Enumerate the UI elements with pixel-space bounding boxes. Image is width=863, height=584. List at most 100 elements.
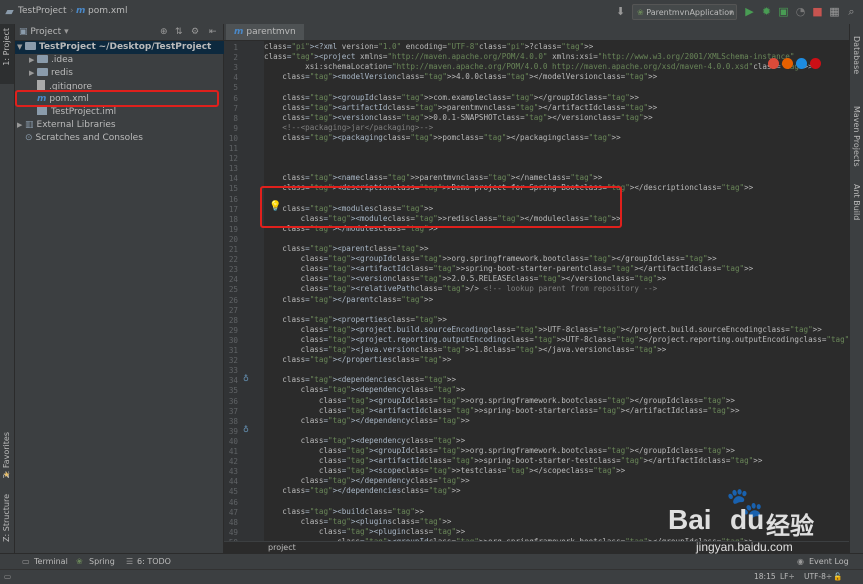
- line-number: 33: [228, 366, 238, 376]
- tool-tab-database[interactable]: Database: [852, 36, 861, 74]
- line-separator[interactable]: LF÷: [780, 572, 795, 581]
- code-line: class="tag"><artifactIdclass="tag">>spri…: [318, 405, 740, 415]
- gutter-dependency-icon[interactable]: ♁: [243, 425, 249, 434]
- collapse-icon[interactable]: ⇅: [175, 24, 183, 40]
- line-number: 4: [233, 73, 238, 83]
- line-number: 46: [228, 497, 238, 507]
- chevron-right-icon: ▶: [29, 69, 35, 77]
- watermark-brand: Bai: [668, 504, 712, 535]
- build-icon[interactable]: ⬇: [614, 5, 627, 18]
- line-number: 10: [228, 133, 238, 143]
- tool-tab-spring[interactable]: Spring: [89, 557, 115, 566]
- coverage-icon[interactable]: ▣: [777, 5, 790, 18]
- code-line: class="tag"></dependenciesclass="tag">>: [282, 486, 461, 496]
- line-number: 42: [228, 457, 238, 467]
- tree-item-iml[interactable]: TestProject.iml: [37, 106, 116, 119]
- line-number: 24: [228, 275, 238, 285]
- highlight-box-pom: [15, 90, 219, 107]
- caret-position[interactable]: 18:15: [754, 572, 776, 581]
- code-line: class="tag"></dependencyclass="tag">>: [300, 476, 470, 486]
- line-number: 1: [233, 43, 238, 52]
- maven-file-icon: m: [234, 27, 244, 37]
- line-number: 29: [228, 325, 238, 335]
- editor-tab[interactable]: m parentmvn: [226, 24, 304, 40]
- line-number: 45: [228, 487, 238, 497]
- code-line: class="tag"><packagingclass="tag">>pomcl…: [282, 132, 621, 142]
- chrome-icon[interactable]: [768, 58, 779, 69]
- navigation-bar: ▰ TestProject › m pom.xml ⬇ ❀ ParentmvnA…: [0, 0, 863, 25]
- code-line: class="tag"><propertiesclass="tag">>: [282, 314, 447, 324]
- run-icon[interactable]: ▶: [743, 5, 756, 18]
- tree-label: .idea: [51, 55, 74, 65]
- code-line: class="tag"><versionclass="tag">>2.0.5.R…: [300, 274, 667, 284]
- editor-tab-label: parentmvn: [246, 27, 296, 37]
- maven-file-icon: m: [76, 6, 86, 16]
- code-line: class="tag"><dependencyclass="tag">>: [300, 435, 466, 445]
- tree-item-idea[interactable]: ▶ .idea: [29, 54, 73, 67]
- code-line: class="tag"><groupIdclass="tag">>org.spr…: [318, 446, 735, 455]
- code-line: class="tag"><artifactIdclass="tag">>spri…: [318, 456, 763, 466]
- tool-tab-ant[interactable]: Ant Build: [852, 184, 861, 220]
- profile-icon[interactable]: ◔: [794, 5, 807, 18]
- line-number: 5: [233, 83, 238, 93]
- line-number: 15: [228, 184, 238, 194]
- spring-icon: ❀: [637, 8, 644, 17]
- code-line: <!--<packaging>jar</packaging>-->: [282, 122, 434, 132]
- stop-icon[interactable]: ■: [811, 5, 824, 18]
- hide-icon[interactable]: ⇤: [209, 24, 217, 40]
- tool-tab-todo[interactable]: 6: TODO: [137, 557, 171, 566]
- bottom-tool-bar: ▭ Terminal ❀ Spring ☰ 6: TODO ◉ Event Lo…: [0, 553, 863, 570]
- module-folder-icon: [37, 68, 48, 76]
- code-line: class="tag"><groupIdclass="tag">>com.exa…: [282, 92, 639, 102]
- gear-icon[interactable]: ⚙: [191, 24, 199, 40]
- debug-icon[interactable]: ✹: [760, 5, 773, 18]
- line-number: 47: [228, 507, 238, 517]
- lock-icon[interactable]: 🔓: [833, 572, 842, 581]
- project-structure-icon[interactable]: ▦: [828, 5, 841, 18]
- watermark-url: jingyan.baidu.com: [696, 540, 793, 554]
- line-number: 43: [228, 467, 238, 477]
- line-number: 27: [228, 305, 238, 315]
- code-line: class="tag"><java.versionclass="tag">>1.…: [300, 345, 667, 354]
- tool-tab-structure[interactable]: Z: Structure: [2, 494, 11, 542]
- breadcrumb-file[interactable]: pom.xml: [88, 6, 127, 16]
- tree-item-external-libraries[interactable]: ▶ ▥ External Libraries: [17, 119, 116, 132]
- line-number: 44: [228, 477, 238, 487]
- tool-tab-event-log[interactable]: Event Log: [809, 557, 849, 566]
- project-view-selector[interactable]: Project: [30, 27, 61, 37]
- tree-item-redis[interactable]: ▶ redis: [29, 67, 73, 80]
- line-number: 20: [228, 234, 238, 244]
- code-line: class="tag"><groupIdclass="tag">>org.spr…: [300, 254, 717, 264]
- line-number: 39: [228, 426, 238, 436]
- event-log-icon: ◉: [797, 557, 804, 566]
- gutter-dependency-icon[interactable]: ♁: [243, 374, 249, 383]
- search-icon[interactable]: ⌕: [845, 5, 858, 18]
- tool-tab-maven[interactable]: Maven Projects: [852, 106, 861, 167]
- line-number: 23: [228, 265, 238, 275]
- code-editor[interactable]: class="pi"><?xml version="1.0" encoding=…: [264, 41, 849, 541]
- tree-item-root[interactable]: ▼ TestProject ~/Desktop/TestProject: [15, 41, 225, 54]
- opera-icon[interactable]: [810, 58, 821, 69]
- tree-item-scratches[interactable]: ⊙ Scratches and Consoles: [25, 132, 143, 145]
- run-config-select[interactable]: ❀ ParentmvnApplication ▾: [632, 4, 737, 20]
- line-number: 31: [228, 346, 238, 355]
- chevron-down-icon[interactable]: ▾: [64, 27, 69, 37]
- locate-icon[interactable]: ⊕: [160, 24, 168, 40]
- tree-label: redis: [51, 68, 73, 78]
- safari-icon[interactable]: [796, 58, 807, 69]
- line-number: 41: [228, 447, 238, 456]
- tool-tab-terminal[interactable]: Terminal: [34, 557, 68, 566]
- line-number: 14: [228, 174, 238, 184]
- line-number: 48: [228, 517, 238, 527]
- status-layout-icon[interactable]: ▭: [4, 572, 11, 581]
- project-panel-header: ▣ Project ▾ ⊕ ⇅ ⚙ ⇤: [15, 24, 223, 41]
- tool-tab-project[interactable]: 1: Project: [2, 28, 11, 66]
- code-line: class="tag"></propertiesclass="tag">>: [282, 355, 452, 365]
- breadcrumb-project[interactable]: TestProject: [18, 6, 67, 16]
- firefox-icon[interactable]: [782, 58, 793, 69]
- file-encoding[interactable]: UTF-8÷: [804, 572, 832, 581]
- chevron-right-icon: ▶: [29, 56, 35, 64]
- line-number: 32: [228, 356, 238, 366]
- line-number: 18: [228, 214, 238, 224]
- run-config-label: ParentmvnApplication: [646, 8, 735, 17]
